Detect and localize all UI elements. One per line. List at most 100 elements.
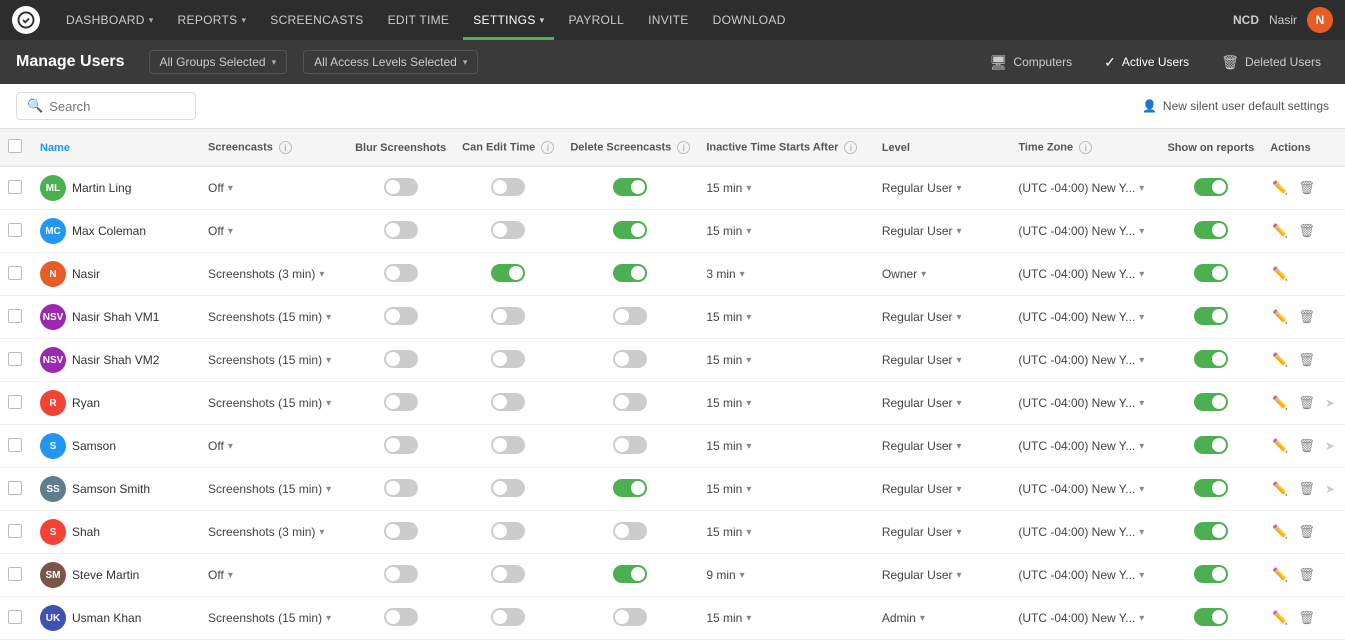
inactive-dropdown[interactable]: 15 min ▾ — [706, 525, 866, 539]
row-checkbox[interactable] — [8, 352, 22, 366]
delete-button[interactable]: 🗑 — [1296, 608, 1317, 628]
show-toggle[interactable] — [1194, 264, 1228, 282]
edit-button[interactable]: ✏️ — [1270, 565, 1290, 585]
row-checkbox[interactable] — [8, 524, 22, 538]
app-logo[interactable] — [12, 6, 40, 34]
screencasts-chevron-icon[interactable]: ▾ — [319, 527, 324, 538]
search-input[interactable] — [49, 99, 185, 114]
level-dropdown[interactable]: Regular User ▾ — [882, 525, 1003, 539]
delete-toggle[interactable] — [613, 264, 647, 282]
send-button[interactable]: ➤ — [1323, 394, 1337, 412]
screencasts-chevron-icon[interactable]: ▾ — [319, 269, 324, 280]
tz-dropdown[interactable]: (UTC -04:00) New Y... ▾ — [1018, 267, 1151, 281]
nav-settings[interactable]: SETTINGS ▾ — [463, 0, 554, 40]
delete-toggle[interactable] — [613, 178, 647, 196]
delete-toggle[interactable] — [613, 608, 647, 626]
canedit-toggle[interactable] — [491, 393, 525, 411]
canedit-toggle[interactable] — [491, 264, 525, 282]
delete-button[interactable]: 🗑 — [1296, 522, 1317, 542]
user-avatar[interactable]: N — [1307, 7, 1333, 33]
tz-chevron-icon[interactable]: ▾ — [1139, 183, 1144, 194]
screencasts-dropdown[interactable]: Screenshots (15 min) ▾ — [208, 353, 339, 367]
level-dropdown[interactable]: Regular User ▾ — [882, 439, 1003, 453]
screencasts-dropdown[interactable]: Screenshots (15 min) ▾ — [208, 611, 339, 625]
level-chevron-icon[interactable]: ▾ — [921, 269, 926, 280]
send-button[interactable]: ➤ — [1323, 437, 1337, 455]
tz-chevron-icon[interactable]: ▾ — [1139, 312, 1144, 323]
edit-button[interactable]: ✏️ — [1270, 436, 1290, 456]
canedit-toggle[interactable] — [491, 350, 525, 368]
screencasts-dropdown[interactable]: Off ▾ — [208, 568, 339, 582]
level-chevron-icon[interactable]: ▾ — [957, 484, 962, 495]
level-chevron-icon[interactable]: ▾ — [957, 527, 962, 538]
tab-deleted-users[interactable]: 🗑 Deleted Users — [1213, 50, 1329, 75]
row-checkbox[interactable] — [8, 610, 22, 624]
canedit-toggle[interactable] — [491, 565, 525, 583]
inactive-chevron-icon[interactable]: ▾ — [746, 527, 751, 538]
show-toggle[interactable] — [1194, 393, 1228, 411]
tz-chevron-icon[interactable]: ▾ — [1139, 269, 1144, 280]
canedit-toggle[interactable] — [491, 436, 525, 454]
inactive-dropdown[interactable]: 15 min ▾ — [706, 396, 866, 410]
inactive-dropdown[interactable]: 15 min ▾ — [706, 224, 866, 238]
row-checkbox[interactable] — [8, 438, 22, 452]
level-dropdown[interactable]: Regular User ▾ — [882, 396, 1003, 410]
tz-chevron-icon[interactable]: ▾ — [1139, 441, 1144, 452]
delete-button[interactable]: 🗑 — [1296, 479, 1317, 499]
screencasts-dropdown[interactable]: Off ▾ — [208, 224, 339, 238]
inactive-chevron-icon[interactable]: ▾ — [746, 484, 751, 495]
groups-filter[interactable]: All Groups Selected ▾ — [149, 50, 288, 74]
nav-edittime[interactable]: EDIT TIME — [378, 0, 460, 40]
canedit-info-icon[interactable]: i — [541, 141, 554, 154]
level-dropdown[interactable]: Regular User ▾ — [882, 181, 1003, 195]
inactive-chevron-icon[interactable]: ▾ — [746, 441, 751, 452]
edit-button[interactable]: ✏️ — [1270, 221, 1290, 241]
screencasts-chevron-icon[interactable]: ▾ — [228, 226, 233, 237]
canedit-toggle[interactable] — [491, 522, 525, 540]
delete-button[interactable]: 🗑 — [1296, 565, 1317, 585]
inactive-dropdown[interactable]: 15 min ▾ — [706, 181, 866, 195]
delete-toggle[interactable] — [613, 393, 647, 411]
delete-toggle[interactable] — [613, 479, 647, 497]
delete-button[interactable]: 🗑 — [1296, 221, 1317, 241]
blur-toggle[interactable] — [384, 479, 418, 497]
blur-toggle[interactable] — [384, 565, 418, 583]
nav-download[interactable]: DOWNLOAD — [703, 0, 796, 40]
canedit-toggle[interactable] — [491, 307, 525, 325]
edit-button[interactable]: ✏️ — [1270, 307, 1290, 327]
screencasts-dropdown[interactable]: Screenshots (15 min) ▾ — [208, 482, 339, 496]
inactive-dropdown[interactable]: 15 min ▾ — [706, 482, 866, 496]
canedit-toggle[interactable] — [491, 479, 525, 497]
tz-chevron-icon[interactable]: ▾ — [1139, 613, 1144, 624]
level-chevron-icon[interactable]: ▾ — [957, 355, 962, 366]
delete-toggle[interactable] — [613, 307, 647, 325]
inactive-dropdown[interactable]: 15 min ▾ — [706, 310, 866, 324]
tz-dropdown[interactable]: (UTC -04:00) New Y... ▾ — [1018, 482, 1151, 496]
show-toggle[interactable] — [1194, 178, 1228, 196]
level-dropdown[interactable]: Regular User ▾ — [882, 568, 1003, 582]
blur-toggle[interactable] — [384, 608, 418, 626]
nav-invite[interactable]: INVITE — [638, 0, 698, 40]
edit-button[interactable]: ✏️ — [1270, 479, 1290, 499]
screencasts-dropdown[interactable]: Screenshots (3 min) ▾ — [208, 267, 339, 281]
blur-toggle[interactable] — [384, 522, 418, 540]
level-chevron-icon[interactable]: ▾ — [920, 613, 925, 624]
nav-dashboard[interactable]: DASHBOARD ▾ — [56, 0, 164, 40]
blur-toggle[interactable] — [384, 221, 418, 239]
nav-payroll[interactable]: PAYROLL — [558, 0, 634, 40]
inactive-chevron-icon[interactable]: ▾ — [746, 183, 751, 194]
blur-toggle[interactable] — [384, 350, 418, 368]
level-dropdown[interactable]: Regular User ▾ — [882, 353, 1003, 367]
edit-button[interactable]: ✏️ — [1270, 393, 1290, 413]
row-checkbox[interactable] — [8, 266, 22, 280]
edit-button[interactable]: ✏️ — [1270, 350, 1290, 370]
nav-screencasts[interactable]: SCREENCASTS — [260, 0, 373, 40]
screencasts-chevron-icon[interactable]: ▾ — [326, 312, 331, 323]
canedit-toggle[interactable] — [491, 178, 525, 196]
level-chevron-icon[interactable]: ▾ — [957, 441, 962, 452]
screencasts-chevron-icon[interactable]: ▾ — [326, 484, 331, 495]
level-dropdown[interactable]: Regular User ▾ — [882, 224, 1003, 238]
blur-toggle[interactable] — [384, 436, 418, 454]
tz-dropdown[interactable]: (UTC -04:00) New Y... ▾ — [1018, 568, 1151, 582]
blur-toggle[interactable] — [384, 178, 418, 196]
